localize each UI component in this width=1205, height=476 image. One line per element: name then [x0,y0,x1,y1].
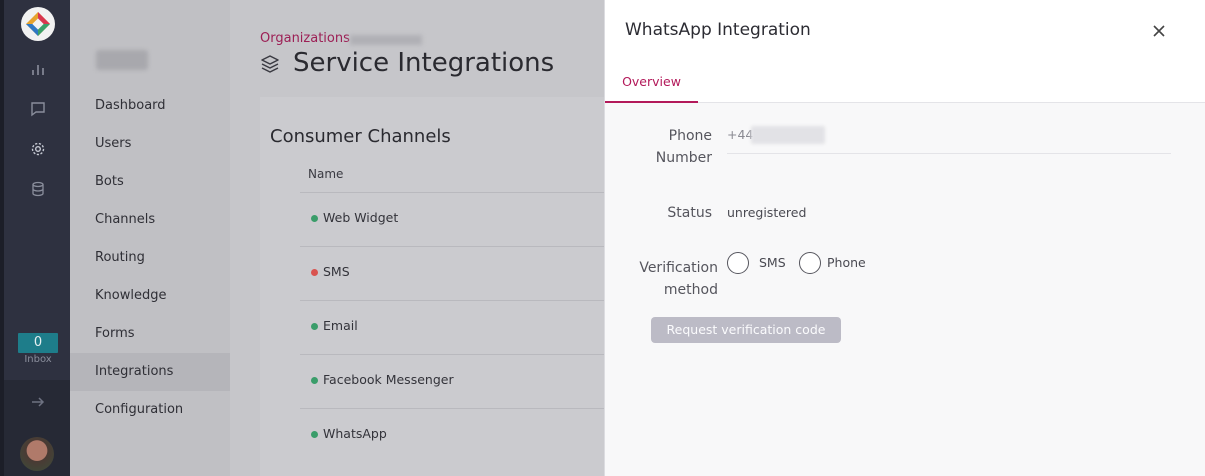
sidebar-item-forms[interactable]: Forms [70,315,230,353]
phone-divider [727,153,1171,154]
inbox-count-badge[interactable]: 0 [18,333,58,353]
avatar[interactable] [20,437,54,471]
channel-name: WhatsApp [323,426,387,441]
request-verification-code-button[interactable]: Request verification code [651,317,841,343]
page-title: Service Integrations [293,48,555,78]
table-row[interactable]: Web Widget [300,192,620,246]
sidebar-item-knowledge[interactable]: Knowledge [70,277,230,315]
sidebar-item-dashboard[interactable]: Dashboard [70,87,230,125]
status-dot-icon [311,323,318,330]
phone-prefix: +44 [727,127,754,142]
status-dot-icon [311,215,318,222]
organization-name-redacted [96,50,148,70]
radio-phone[interactable] [799,252,821,274]
status-value: unregistered [727,205,807,220]
analytics-icon[interactable] [30,61,46,77]
sidebar-item-integrations[interactable]: Integrations [70,353,230,391]
channel-name: Email [323,318,358,333]
table-row[interactable]: Email [300,300,620,354]
database-icon[interactable] [30,181,46,197]
card-title: Consumer Channels [270,126,451,147]
channel-name: SMS [323,264,350,279]
radio-sms-label[interactable]: SMS [759,255,786,270]
table-row[interactable]: SMS [300,246,620,300]
integration-drawer: WhatsApp Integration Overview Phone Numb… [604,0,1205,476]
arrow-right-icon[interactable] [30,394,46,410]
sidebar-item-configuration[interactable]: Configuration [70,391,230,429]
sidebar-item-channels[interactable]: Channels [70,201,230,239]
status-label: Status [667,205,712,221]
chat-icon[interactable] [30,101,46,117]
breadcrumb[interactable]: Organizations [260,31,350,46]
sidebar-item-bots[interactable]: Bots [70,163,230,201]
channel-name: Web Widget [323,210,399,225]
verification-method-label: Verification method [639,260,718,298]
radio-phone-label[interactable]: Phone [827,255,866,270]
icon-rail: 0 Inbox [0,0,70,476]
gear-icon[interactable] [30,141,46,157]
radio-sms[interactable] [727,252,749,274]
layers-icon [260,54,280,74]
drawer-title: WhatsApp Integration [625,20,811,40]
inbox-label: Inbox [24,354,52,365]
status-dot-icon [311,377,318,384]
settings-sidebar: Dashboard Users Bots Channels Routing Kn… [70,0,230,476]
tab-overview[interactable]: Overview [605,64,698,103]
close-button[interactable] [1148,20,1170,42]
app-logo-icon[interactable] [21,7,55,41]
phone-number-redacted [751,126,825,144]
drawer-header: WhatsApp Integration Overview [605,0,1205,103]
status-dot-icon [311,269,318,276]
phone-number-label: Phone Number [655,128,712,166]
status-dot-icon [311,431,318,438]
sidebar-item-users[interactable]: Users [70,125,230,163]
table-row[interactable]: WhatsApp [300,408,620,462]
channel-name: Facebook Messenger [323,372,454,387]
breadcrumb-redacted [350,35,422,45]
sidebar-item-routing[interactable]: Routing [70,239,230,277]
table-row[interactable]: Facebook Messenger [300,354,620,408]
close-icon [1153,25,1165,37]
column-header-name: Name [308,167,344,181]
